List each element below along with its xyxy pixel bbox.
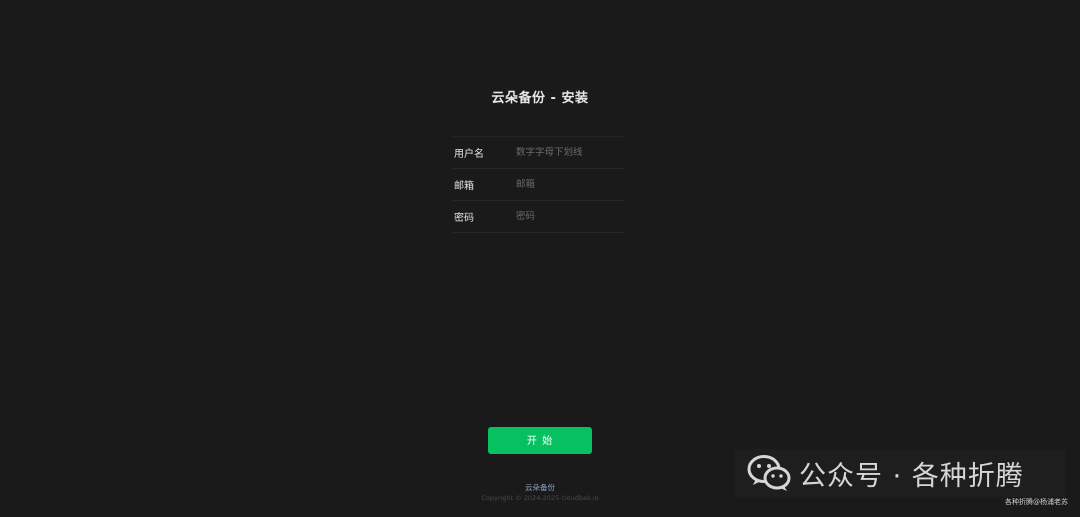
page-title: 云朵备份 - 安装 xyxy=(491,91,589,106)
password-label: 密码 xyxy=(454,213,474,224)
install-page: 云朵备份 - 安装 用户名 邮箱 密码 开 始 云朵备份 Copyright ©… xyxy=(0,0,1080,517)
watermark: 公众号 · 各种折腾 xyxy=(735,449,1065,497)
email-input[interactable] xyxy=(516,179,624,190)
username-label: 用户名 xyxy=(454,149,484,160)
watermark-text: 公众号 · 各种折腾 xyxy=(799,460,1024,492)
form-row-email: 邮箱 xyxy=(452,169,624,201)
watermark-subtext: 各种折腾@杨浦老苏 xyxy=(1005,498,1068,506)
form-row-password: 密码 xyxy=(452,201,624,233)
wechat-icon xyxy=(747,455,791,491)
email-label: 邮箱 xyxy=(454,181,474,192)
start-button[interactable]: 开 始 xyxy=(488,427,592,454)
username-input[interactable] xyxy=(516,147,624,158)
form-row-username: 用户名 xyxy=(452,137,624,169)
install-form: 用户名 邮箱 密码 xyxy=(452,136,624,233)
password-input[interactable] xyxy=(516,211,624,222)
